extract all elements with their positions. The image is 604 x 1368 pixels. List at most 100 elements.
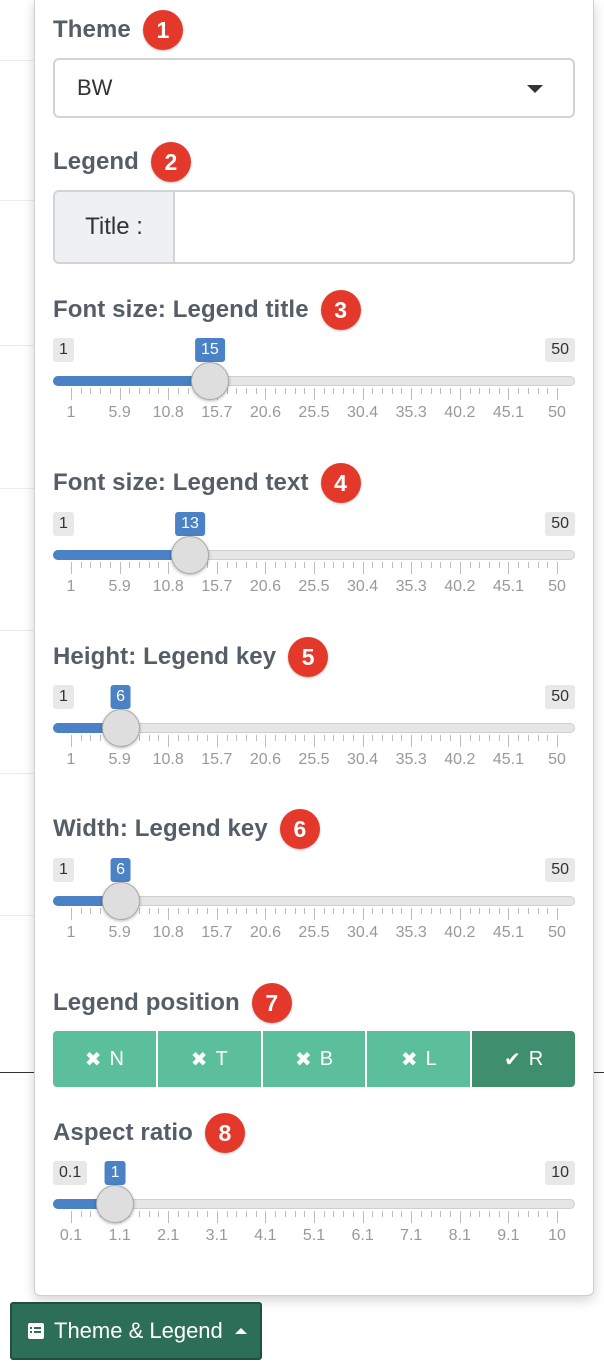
slider-tick: [391, 562, 393, 568]
slider-tick-label: 20.6: [249, 404, 281, 421]
slider-tick: [168, 908, 170, 920]
slider-tick: [71, 908, 72, 920]
slider-tick: [430, 388, 432, 394]
slider-tick: [304, 908, 306, 914]
slider-handle[interactable]: [96, 1185, 135, 1223]
slider-tick: [245, 908, 247, 914]
slider-label-row: Font size: Legend title 3: [53, 290, 361, 330]
slider-tick: [401, 735, 403, 741]
theme-select[interactable]: BW: [53, 58, 575, 118]
legend-title-size-slider[interactable]: 1 50 15 1 5.9 10.8 15.7 20.6 25.5 30.4 35.3 40.2…: [53, 338, 575, 438]
position-button-l[interactable]: ✖ L: [367, 1031, 471, 1087]
slider-tick: [314, 908, 315, 920]
slider-tick: [391, 388, 393, 394]
legend-key-width-slider[interactable]: 1 50 6 1 5.9 10.8 15.7 20.6 25.5 30.4 35.3 40.2 4…: [53, 858, 575, 958]
chart-gridline: [0, 345, 34, 346]
slider-handle[interactable]: [190, 362, 229, 400]
slider-tick: [323, 1211, 325, 1217]
slider-tick: [420, 388, 422, 394]
slider-tick: [488, 908, 490, 914]
slider-tick: [537, 1211, 539, 1217]
step-badge-7: 7: [251, 983, 292, 1023]
slider-tick: [498, 735, 500, 741]
slider-tick: [284, 1211, 286, 1217]
slider-tick-label: 5.9: [108, 578, 131, 595]
slider-tick: [518, 388, 520, 394]
slider-tick: [333, 388, 335, 394]
slider-tick: [479, 388, 481, 394]
slider-label-row: Width: Legend key 6: [53, 809, 320, 849]
slider-tick: [177, 1211, 179, 1217]
slider-handle[interactable]: [101, 709, 140, 747]
slider-ticks: [53, 562, 575, 576]
slider-tick-label: 0.1: [59, 1227, 83, 1244]
slider-tick: [391, 1211, 393, 1217]
slider-tick: [265, 1211, 267, 1223]
slider-tick: [323, 735, 325, 741]
position-button-t[interactable]: ✖ T: [157, 1031, 261, 1087]
list-icon: [28, 1323, 44, 1339]
slider-tick: [294, 562, 296, 568]
slider-tick: [158, 562, 160, 568]
slider-tick: [333, 908, 335, 914]
slider-tick: [401, 388, 403, 394]
slider-tick-label: 40.2: [444, 751, 476, 768]
slider-tick: [148, 1211, 150, 1217]
slider-tick: [430, 735, 432, 741]
slider-tick: [197, 908, 199, 914]
slider-tick: [245, 1211, 247, 1217]
slider-tick: [352, 908, 354, 914]
legend-text-size-slider[interactable]: 1 50 13 1 5.9 10.8 15.7 20.6 25.5 30.4 35.3 40.2…: [53, 512, 575, 612]
theme-legend-toggle-button[interactable]: Theme & Legend: [10, 1302, 262, 1360]
slider-tick: [557, 908, 558, 920]
slider-tick: [450, 735, 452, 741]
slider-tick: [498, 388, 500, 394]
slider-tick: [508, 908, 510, 920]
slider-tick: [275, 562, 277, 568]
slider-tick: [323, 388, 325, 394]
slider-tick: [537, 388, 539, 394]
chart-gridline: [0, 915, 34, 916]
slider-tick: [304, 562, 306, 568]
slider-tick: [440, 1211, 442, 1217]
slider-tick: [168, 562, 170, 574]
position-button-r[interactable]: ✔ R: [472, 1031, 575, 1087]
slider-tick: [430, 1211, 432, 1217]
slider-tick: [362, 388, 364, 400]
position-button-n[interactable]: ✖ N: [53, 1031, 156, 1087]
slider-tick: [498, 562, 500, 568]
slider-tick: [479, 735, 481, 741]
chart-gridline: [0, 773, 34, 774]
step-badge-3: 3: [320, 290, 361, 330]
theme-selected-value: BW: [77, 75, 113, 100]
slider-tick: [401, 562, 403, 568]
slider-handle[interactable]: [171, 536, 210, 574]
slider-max-label: 50: [545, 338, 575, 362]
slider-tick: [255, 908, 257, 914]
legend-key-height-slider[interactable]: 1 50 6 1 5.9 10.8 15.7 20.6 25.5 30.4 35.3 40.2 4…: [53, 685, 575, 785]
slider-tick: [372, 735, 374, 741]
slider-tick-label: 45.1: [492, 404, 524, 421]
slider-tick-label: 20.6: [249, 751, 281, 768]
slider-tick-label: 35.3: [395, 751, 427, 768]
slider-handle[interactable]: [101, 882, 140, 920]
slider-max-label: 50: [545, 685, 575, 709]
position-button-b[interactable]: ✖ B: [262, 1031, 366, 1087]
slider-fill: [53, 376, 210, 386]
slider-label-row: Font size: Legend text 4: [53, 463, 361, 503]
slider-min-label: 1: [53, 685, 74, 709]
slider-tick: [333, 562, 335, 568]
slider-tick: [488, 388, 490, 394]
step-badge-4: 4: [320, 463, 361, 503]
slider-tick: [90, 908, 92, 914]
slider-tick: [518, 562, 520, 568]
slider-tick: [80, 735, 82, 741]
slider-tick-label: 50: [548, 578, 566, 595]
legend-title-input[interactable]: [175, 192, 573, 262]
slider-tick-label: 9.1: [497, 1227, 520, 1244]
slider-tick: [148, 562, 150, 568]
slider-tick-label: 4.1: [254, 1227, 277, 1244]
slider-tick: [352, 388, 354, 394]
slider-tick: [372, 562, 374, 568]
aspect-ratio-slider[interactable]: 0.1 10 1 0.1 1.1 2.1 3.1 4.1 5.1 6.1 7.1 8.1 9.1 1…: [53, 1161, 575, 1261]
